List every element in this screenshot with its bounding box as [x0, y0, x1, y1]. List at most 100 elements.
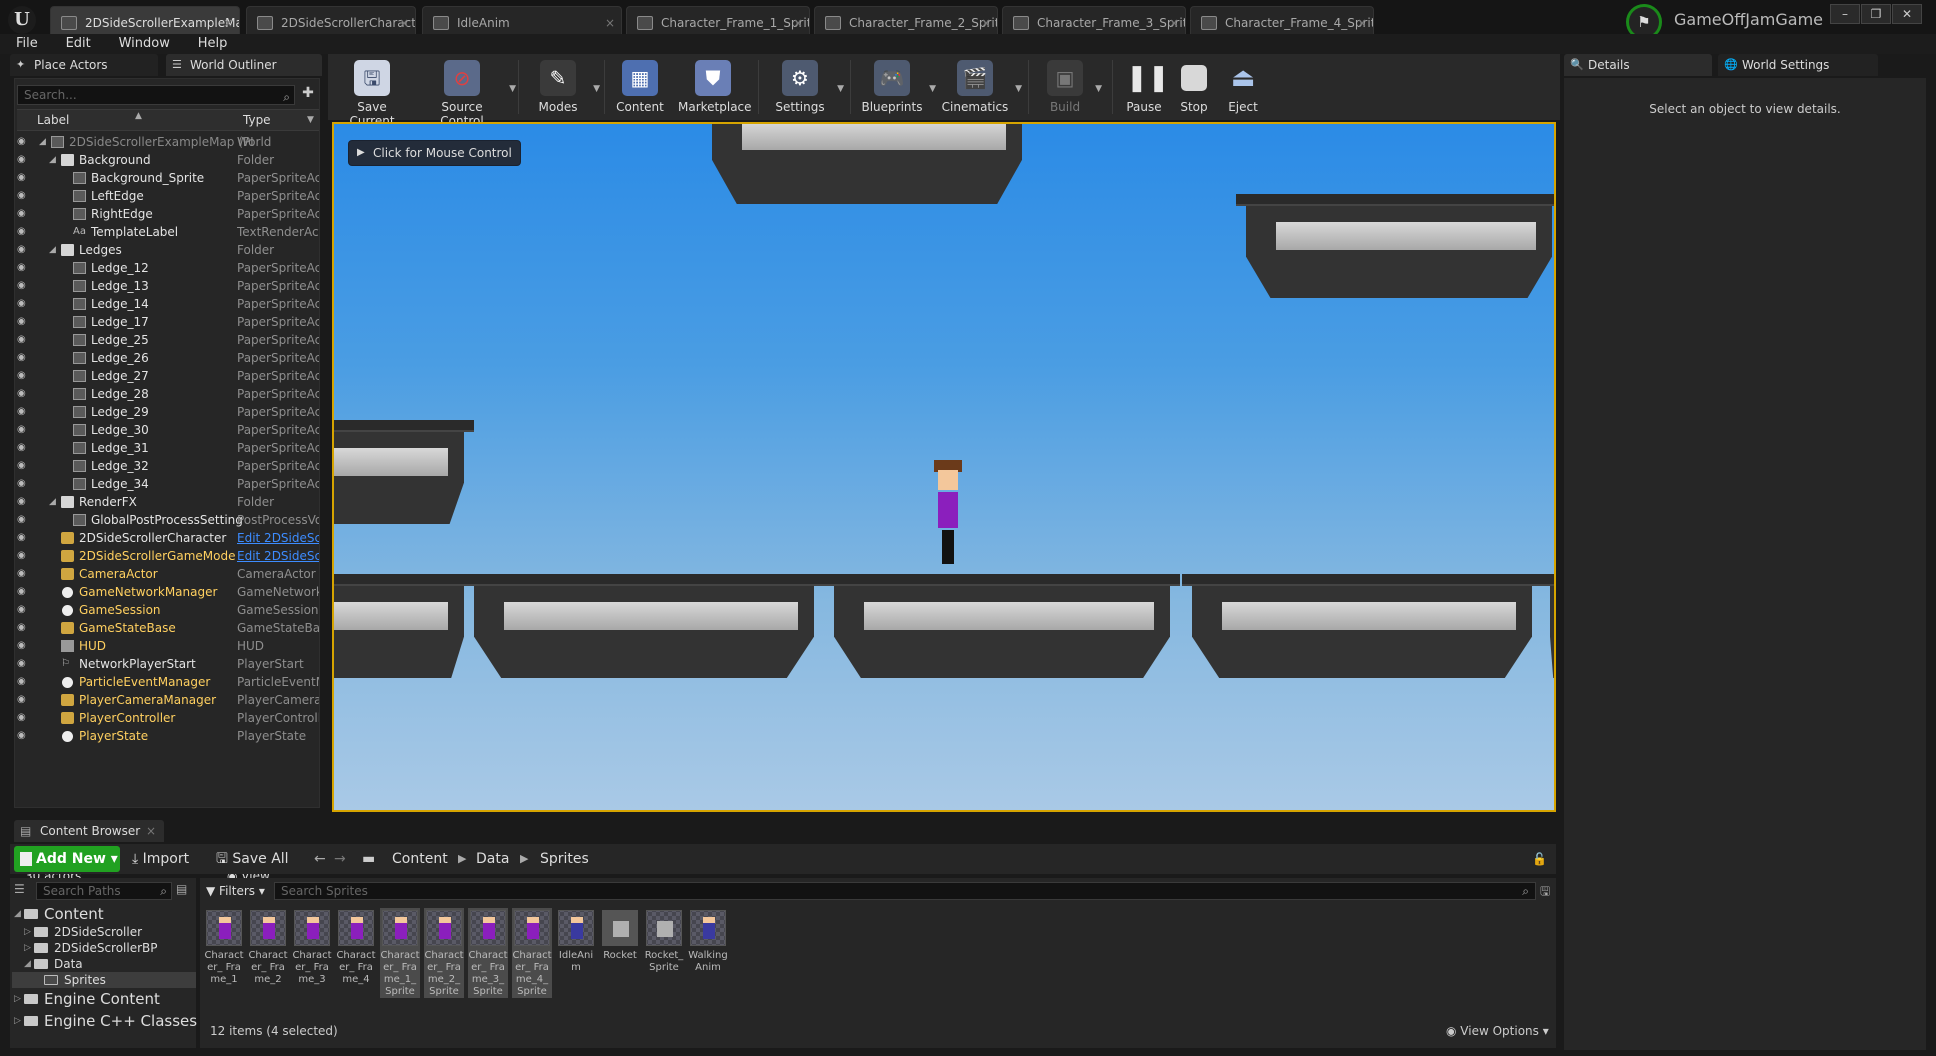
asset-view-options[interactable]: ◉ View Options ▾	[1446, 1024, 1549, 1038]
asset-tile[interactable]: Rocket_ Sprite	[644, 908, 684, 998]
tree-item-engine-cpp-classes[interactable]: ▷ Engine C++ Classes	[12, 1010, 197, 1032]
eye-icon[interactable]: ◉	[17, 226, 31, 237]
ledge-sprite[interactable]	[824, 574, 1180, 678]
add-folder-icon[interactable]: ✚	[299, 85, 317, 105]
eye-icon[interactable]: ◉	[17, 676, 31, 687]
stop-button[interactable]: Stop	[1174, 58, 1214, 118]
filters-button[interactable]: ▼ Filters ▾	[206, 882, 265, 900]
list-item[interactable]: ◉ Ledge_34 PaperSpriteAct	[15, 475, 319, 493]
edit-blueprint-link[interactable]: Edit 2DSideSc	[237, 547, 319, 565]
breadcrumb-sprites[interactable]: Sprites	[540, 846, 589, 872]
eject-button[interactable]: ⏏ Eject	[1220, 58, 1266, 118]
edit-blueprint-link[interactable]: Edit 2DSideSc	[237, 529, 319, 547]
search-paths-input[interactable]: Search Paths ⌕	[36, 882, 172, 900]
column-type[interactable]: Type	[243, 110, 271, 130]
list-item[interactable]: ◉ Ledge_13 PaperSpriteAct	[15, 277, 319, 295]
list-item[interactable]: ◉ PlayerCameraManager PlayerCameraMa	[15, 691, 319, 709]
list-item[interactable]: ◉ Ledge_29 PaperSpriteAct	[15, 403, 319, 421]
path-view-options-icon[interactable]: ▤	[176, 882, 187, 896]
save-current-button[interactable]: 🖫 Save Current	[336, 58, 408, 128]
chevron-down-icon[interactable]: ▼	[307, 110, 314, 130]
ledge-sprite[interactable]	[334, 574, 474, 678]
forward-arrow-icon[interactable]: →	[334, 846, 346, 872]
ledge-sprite[interactable]	[1182, 574, 1542, 678]
eye-icon[interactable]: ◉	[17, 496, 31, 507]
asset-tile-selected[interactable]: Character_ Frame_2_ Sprite	[424, 908, 464, 998]
column-label[interactable]: Label	[37, 110, 69, 130]
eye-icon[interactable]: ◉	[17, 730, 31, 741]
list-item[interactable]: ◉ Background_Sprite PaperSpriteAct	[15, 169, 319, 187]
expand-icon[interactable]: ▷	[24, 924, 31, 940]
eye-icon[interactable]: ◉	[17, 550, 31, 561]
menu-help[interactable]: Help	[198, 34, 228, 53]
asset-tile-selected[interactable]: Character_ Frame_3_ Sprite	[468, 908, 508, 998]
list-item[interactable]: ◉ GameSession GameSession	[15, 601, 319, 619]
eye-icon[interactable]: ◉	[17, 298, 31, 309]
build-button[interactable]: ▣ Build ▼	[1040, 58, 1102, 118]
expand-icon[interactable]: ◢	[49, 241, 56, 259]
expand-icon[interactable]: ◢	[24, 956, 31, 972]
list-item[interactable]: ◉ ParticleEventManager ParticleEventM	[15, 673, 319, 691]
eye-icon[interactable]: ◉	[17, 694, 31, 705]
list-item[interactable]: ◉ GlobalPostProcessSetting PostProcessVo	[15, 511, 319, 529]
eye-icon[interactable]: ◉	[17, 334, 31, 345]
list-item[interactable]: ◉ 2DSideScrollerCharacter Edit 2DSideSc	[15, 529, 319, 547]
eye-icon[interactable]: ◉	[17, 280, 31, 291]
eye-icon[interactable]: ◉	[17, 640, 31, 651]
close-window-icon[interactable]: ✕	[1892, 4, 1922, 24]
list-item[interactable]: ◉ 2DSideScrollerGameMode Edit 2DSideSc	[15, 547, 319, 565]
eye-icon[interactable]: ◉	[17, 154, 31, 165]
list-item[interactable]: ◉ Ledge_17 PaperSpriteAct	[15, 313, 319, 331]
back-arrow-icon[interactable]: ←	[314, 846, 326, 872]
content-button[interactable]: ▦ Content	[614, 58, 666, 118]
expand-icon[interactable]: ▷	[14, 988, 21, 1010]
list-item[interactable]: ◉ ◢ Ledges Folder	[15, 241, 319, 259]
save-search-icon[interactable]: 🖫	[1540, 882, 1550, 903]
marketplace-button[interactable]: ⛊ Marketplace	[678, 58, 752, 118]
expand-icon[interactable]: ◢	[49, 151, 56, 169]
breadcrumb-data[interactable]: Data	[476, 846, 509, 872]
lock-icon[interactable]: 🔓	[1532, 846, 1547, 872]
asset-tile[interactable]: Walking Anim	[688, 908, 728, 998]
asset-tile-selected[interactable]: Character_ Frame_1_ Sprite	[380, 908, 420, 998]
add-new-button[interactable]: Add New ▾	[14, 846, 120, 872]
list-item[interactable]: ◉ Ledge_25 PaperSpriteAct	[15, 331, 319, 349]
breadcrumb-separator-icon[interactable]: ▶	[458, 846, 466, 872]
breadcrumb-content[interactable]: Content	[392, 846, 448, 872]
list-item[interactable]: ◉ PlayerController PlayerControlle	[15, 709, 319, 727]
eye-icon[interactable]: ◉	[17, 370, 31, 381]
list-item[interactable]: ◉ Ledge_28 PaperSpriteAct	[15, 385, 319, 403]
ledge-sprite[interactable]	[1236, 194, 1554, 298]
asset-tile[interactable]: Character_ Frame_1	[204, 908, 244, 998]
eye-icon[interactable]: ◉	[17, 262, 31, 273]
mouse-control-button[interactable]: ▶ Click for Mouse Control	[348, 140, 521, 166]
eye-icon[interactable]: ◉	[17, 172, 31, 183]
eye-icon[interactable]: ◉	[17, 604, 31, 615]
import-button[interactable]: ⤓ Import	[132, 846, 189, 872]
asset-tile[interactable]: Character_ Frame_2	[248, 908, 288, 998]
maximize-icon[interactable]: ❐	[1861, 4, 1891, 24]
expand-icon[interactable]: ▷	[24, 940, 31, 956]
ledge-sprite[interactable]	[464, 574, 824, 678]
expand-icon[interactable]: ◢	[39, 133, 46, 151]
blueprints-button[interactable]: 🎮 Blueprints ▼	[860, 58, 936, 118]
asset-tile-selected[interactable]: Character_ Frame_4_ Sprite	[512, 908, 552, 998]
player-character-sprite[interactable]	[930, 460, 966, 570]
eye-icon[interactable]: ◉	[17, 208, 31, 219]
settings-button[interactable]: ⚙ Settings ▼	[768, 58, 844, 118]
eye-icon[interactable]: ◉	[17, 406, 31, 417]
ledge-sprite[interactable]	[702, 124, 1032, 204]
asset-tile[interactable]: Character_ Frame_3	[292, 908, 332, 998]
outliner-search-input[interactable]: Search... ⌕	[17, 85, 295, 105]
menu-file[interactable]: File	[16, 34, 38, 53]
list-item[interactable]: ◉ Ledge_30 PaperSpriteAct	[15, 421, 319, 439]
eye-icon[interactable]: ◉	[17, 460, 31, 471]
eye-icon[interactable]: ◉	[17, 532, 31, 543]
minimize-icon[interactable]: –	[1830, 4, 1860, 24]
asset-tile[interactable]: Rocket	[600, 908, 640, 998]
eye-icon[interactable]: ◉	[17, 316, 31, 327]
close-icon[interactable]: ×	[146, 820, 156, 842]
list-item[interactable]: ◉ Ledge_32 PaperSpriteAct	[15, 457, 319, 475]
save-all-button[interactable]: 🖫 Save All	[216, 846, 289, 872]
menu-edit[interactable]: Edit	[66, 34, 91, 53]
